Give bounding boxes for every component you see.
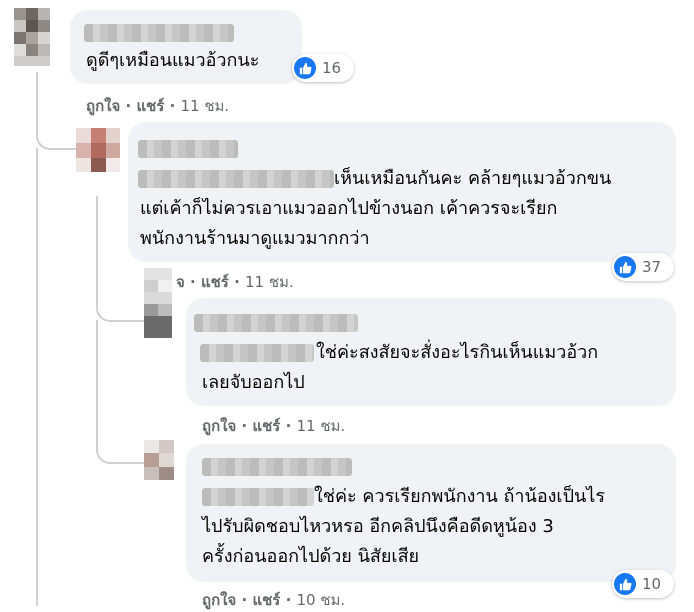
timestamp[interactable]: 11 ชม. (181, 97, 230, 115)
avatar[interactable] (144, 440, 174, 480)
comment-text-line: ครั้งก่อนออกไปด้วย นิสัยเสีย (202, 546, 420, 567)
comment-text-line: แต่เค้าก็ไม่ควรเอาแมวออกไปข้างนอก เค้าคว… (140, 198, 558, 219)
like-icon (614, 256, 636, 278)
comment-text-line: พนักงานร้านมาดูแมวมากกว่า (140, 228, 370, 249)
author-name[interactable] (194, 314, 358, 332)
avatar[interactable] (76, 128, 120, 172)
comment-text: ดูดีๆเหมือนแมวอ้วกนะ (86, 50, 260, 71)
comment-actions: ถูกใจ · แชร์ · 11 ชม. (86, 97, 230, 115)
comment-bubble: ใช่ค่ะสงสัยจะสั่งอะไรกินเห็นแมวอ้วก เลยจ… (186, 298, 676, 406)
reaction-badge[interactable]: 37 (612, 253, 674, 281)
comment-actions: ถูกใจ · แชร์ · 11 ชม. (202, 417, 346, 435)
comment-bubble: ดูดีๆเหมือนแมวอ้วกนะ (70, 10, 302, 84)
share-link[interactable]: แชร์ (201, 273, 229, 291)
reaction-count: 37 (642, 258, 662, 276)
author-name[interactable] (202, 458, 352, 476)
author-name[interactable] (138, 140, 238, 158)
reaction-badge[interactable]: 10 (612, 570, 674, 598)
comment-bubble: เห็นเหมือนกันคะ คล้ายๆแมวอ้วกขน แต่เค้าก… (128, 122, 676, 262)
comment-text-line: ใช่ค่ะสงสัยจะสั่งอะไรกินเห็นแมวอ้วก (316, 342, 599, 363)
reaction-count: 16 (322, 59, 342, 77)
like-link[interactable]: ถูกใจ (202, 591, 236, 609)
thread-line-bottom (36, 148, 40, 606)
avatar[interactable] (144, 268, 172, 338)
mention-name[interactable] (200, 344, 314, 362)
timestamp[interactable]: 11 ชม. (297, 417, 346, 435)
share-link[interactable]: แชร์ (252, 591, 280, 609)
mention-name[interactable] (202, 488, 314, 506)
mention-name[interactable] (138, 170, 334, 188)
reaction-count: 10 (642, 575, 662, 593)
share-link[interactable]: แชร์ (252, 417, 280, 435)
author-name[interactable] (84, 24, 234, 42)
like-link[interactable]: จ (176, 273, 185, 291)
comment-bubble: ใช่ค่ะ ควรเรียกพนักงาน ถ้าน้องเป็นไร ไปร… (186, 444, 676, 582)
like-icon (294, 57, 316, 79)
like-link[interactable]: ถูกใจ (86, 97, 120, 115)
avatar[interactable] (14, 8, 50, 66)
comment-text-line: เลยจับออกไป (202, 372, 305, 393)
thread-line-replies-2 (96, 320, 146, 464)
timestamp[interactable]: 10 ชม. (297, 591, 346, 609)
timestamp[interactable]: 11 ชม. (245, 273, 294, 291)
comment-actions: ถูกใจ · แชร์ · 10 ชม. (202, 591, 346, 609)
comment-text-line: ใช่ค่ะ ควรเรียกพนักงาน ถ้าน้องเป็นไร (314, 486, 606, 507)
comment-actions: จ · แชร์ · 11 ชม. (176, 273, 294, 291)
like-icon (614, 573, 636, 595)
share-link[interactable]: แชร์ (136, 97, 164, 115)
reaction-badge[interactable]: 16 (292, 54, 354, 82)
like-link[interactable]: ถูกใจ (202, 417, 236, 435)
comment-text-line: เห็นเหมือนกันคะ คล้ายๆแมวอ้วกขน (334, 168, 612, 189)
comment-text-line: ไปรับผิดชอบไหวหรอ อีกคลิปนึงคือดีดหูน้อง… (202, 516, 554, 537)
